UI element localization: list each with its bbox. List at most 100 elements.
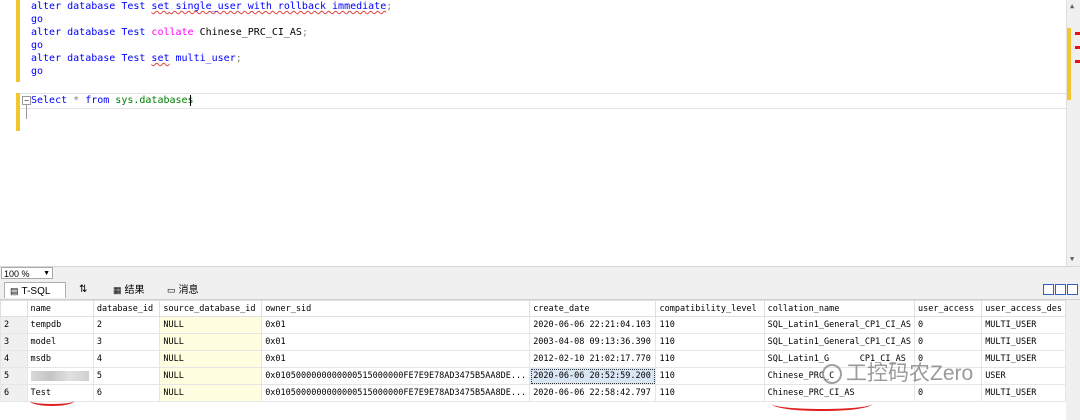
table-cell[interactable]: 2003-04-08 09:13:36.390 xyxy=(529,333,657,351)
semicolon: ; xyxy=(235,53,242,64)
table-cell[interactable]: 110 xyxy=(655,384,765,402)
column-header[interactable]: create_date xyxy=(529,300,657,317)
zoom-select[interactable]: 100 % ▼ xyxy=(1,267,53,279)
column-header[interactable]: owner_sid xyxy=(261,300,531,317)
column-header[interactable]: source_database_id xyxy=(159,300,263,317)
code-text: Chinese_PRC_CI_AS xyxy=(193,27,302,38)
tab-messages[interactable]: ▭ 消息 xyxy=(162,282,210,298)
semicolon: ; xyxy=(301,27,308,38)
table-cell[interactable]: MULTI_USER xyxy=(981,384,1066,402)
editor-gutter xyxy=(0,0,16,266)
redacted-name xyxy=(30,370,89,381)
single-pane-icon[interactable] xyxy=(1067,284,1078,295)
table-cell[interactable]: MULTI_USER xyxy=(981,350,1066,368)
table-cell[interactable]: 0x01 xyxy=(261,350,531,368)
table-cell[interactable]: 2020-06-06 22:58:42.797 xyxy=(529,384,657,402)
table-row[interactable]: 3 model 3 NULL 0x01 2003-04-08 09:13:36.… xyxy=(0,333,1066,351)
table-cell[interactable]: tempdb xyxy=(26,316,94,334)
table-cell[interactable]: msdb xyxy=(26,350,94,368)
table-cell[interactable]: NULL xyxy=(159,384,263,402)
table-cell[interactable]: MULTI_USER xyxy=(981,316,1066,334)
layout-buttons xyxy=(1042,284,1078,298)
code-line-3: alter database Test collate Chinese_PRC_… xyxy=(31,26,308,39)
column-header[interactable]: user_access_des xyxy=(981,300,1066,317)
table-cell[interactable]: 2020-06-06 22:21:04.103 xyxy=(529,316,657,334)
fold-guide xyxy=(26,105,27,119)
table-cell[interactable]: NULL xyxy=(159,350,263,368)
table-cell[interactable]: 5 xyxy=(92,367,161,385)
table-cell[interactable]: NULL xyxy=(159,367,263,385)
code-text: multi_user xyxy=(169,53,236,64)
document-icon: ▤ xyxy=(10,286,19,296)
column-header[interactable]: name xyxy=(26,300,94,317)
table-cell[interactable]: 3 xyxy=(92,333,161,351)
scroll-down-icon[interactable]: ▼ xyxy=(1070,255,1074,263)
code-text: single_user with rollback immediate xyxy=(169,1,387,12)
table-cell[interactable]: 0 xyxy=(913,384,983,402)
table-row[interactable]: 2 tempdb 2 NULL 0x01 2020-06-06 22:21:04… xyxy=(0,316,1066,334)
table-cell[interactable]: SQL_Latin1_General_CP1_CI_AS xyxy=(763,316,915,334)
editor-horizontal-scrollbar[interactable] xyxy=(60,269,1065,279)
split-horizontal-icon[interactable] xyxy=(1055,284,1066,295)
table-cell[interactable]: model xyxy=(26,333,94,351)
selected-cell[interactable]: 2020-06-06 20:52:59.200 xyxy=(529,367,657,385)
table-cell[interactable]: 2012-02-10 21:02:17.770 xyxy=(529,350,657,368)
table-cell[interactable]: NULL xyxy=(159,316,263,334)
table-cell[interactable]: MULTI_USER xyxy=(981,333,1066,351)
grid-vertical-scrollbar[interactable] xyxy=(1066,300,1080,420)
zoom-value: 100 % xyxy=(4,269,30,279)
table-cell[interactable]: USER xyxy=(981,367,1066,385)
tab-label: 结果 xyxy=(124,285,145,296)
tab-results[interactable]: ▦ 结果 xyxy=(108,282,158,298)
table-cell[interactable] xyxy=(26,367,94,385)
column-header[interactable]: user_access xyxy=(913,300,983,317)
column-header[interactable]: compatibility_level xyxy=(655,300,765,317)
row-number[interactable]: 5 xyxy=(0,367,28,385)
table-cell[interactable]: 0x0105000000000000515000000FE7E9E78AD347… xyxy=(261,384,531,402)
watermark-text: 工控码农Zero xyxy=(846,362,974,385)
table-cell[interactable]: 110 xyxy=(655,367,765,385)
table-cell[interactable]: 110 xyxy=(655,350,765,368)
keyword: alter xyxy=(31,1,62,12)
change-marker xyxy=(16,0,20,82)
tab-sort[interactable]: ⇅ xyxy=(74,282,100,298)
table-cell[interactable]: 0 xyxy=(913,333,983,351)
keyword: alter xyxy=(31,27,62,38)
table-cell[interactable]: 0x0105000000000000515000000FE7E9E78AD347… xyxy=(261,367,531,385)
table-cell[interactable]: 6 xyxy=(92,384,161,402)
tab-tsql[interactable]: ▤ T-SQL xyxy=(4,282,66,298)
sql-editor[interactable]: alter database Test set single_user with… xyxy=(0,0,1080,266)
keyword: collate xyxy=(151,27,194,38)
table-cell[interactable]: 110 xyxy=(655,333,765,351)
row-number[interactable]: 3 xyxy=(0,333,28,351)
scroll-up-icon[interactable]: ▲ xyxy=(1070,2,1074,10)
row-number[interactable]: 2 xyxy=(0,316,28,334)
code-line-5: alter database Test set multi_user; xyxy=(31,52,242,65)
tab-label: T-SQL xyxy=(21,286,51,297)
overview-error-marker xyxy=(1075,46,1080,49)
row-number[interactable]: 4 xyxy=(0,350,28,368)
row-number-header[interactable] xyxy=(0,300,28,317)
table-cell[interactable]: 2 xyxy=(92,316,161,334)
chevron-down-icon[interactable]: ▼ xyxy=(43,268,50,280)
table-cell[interactable]: 0 xyxy=(913,316,983,334)
table-cell[interactable]: 4 xyxy=(92,350,161,368)
table-cell[interactable]: 110 xyxy=(655,316,765,334)
table-cell[interactable]: 0x01 xyxy=(261,316,531,334)
collapse-icon[interactable]: − xyxy=(22,96,31,105)
header-row: name database_id source_database_id owne… xyxy=(0,300,1066,317)
grid-icon: ▦ xyxy=(113,285,122,295)
annotation-underline xyxy=(772,397,872,411)
row-number[interactable]: 6 xyxy=(0,384,28,402)
code-text: database Test xyxy=(61,27,152,38)
table-cell[interactable]: SQL_Latin1_General_CP1_CI_AS xyxy=(763,333,915,351)
overview-error-marker xyxy=(1075,32,1080,35)
keyword: Select xyxy=(31,95,68,106)
code-text: * xyxy=(67,95,86,106)
column-header[interactable]: database_id xyxy=(92,300,161,317)
table-cell[interactable]: 0x01 xyxy=(261,333,531,351)
split-vertical-icon[interactable] xyxy=(1043,284,1054,295)
table-row[interactable]: 6 Test 6 NULL 0x010500000000000051500000… xyxy=(0,384,1066,402)
column-header[interactable]: collation_name xyxy=(763,300,915,317)
table-cell[interactable]: NULL xyxy=(159,333,263,351)
